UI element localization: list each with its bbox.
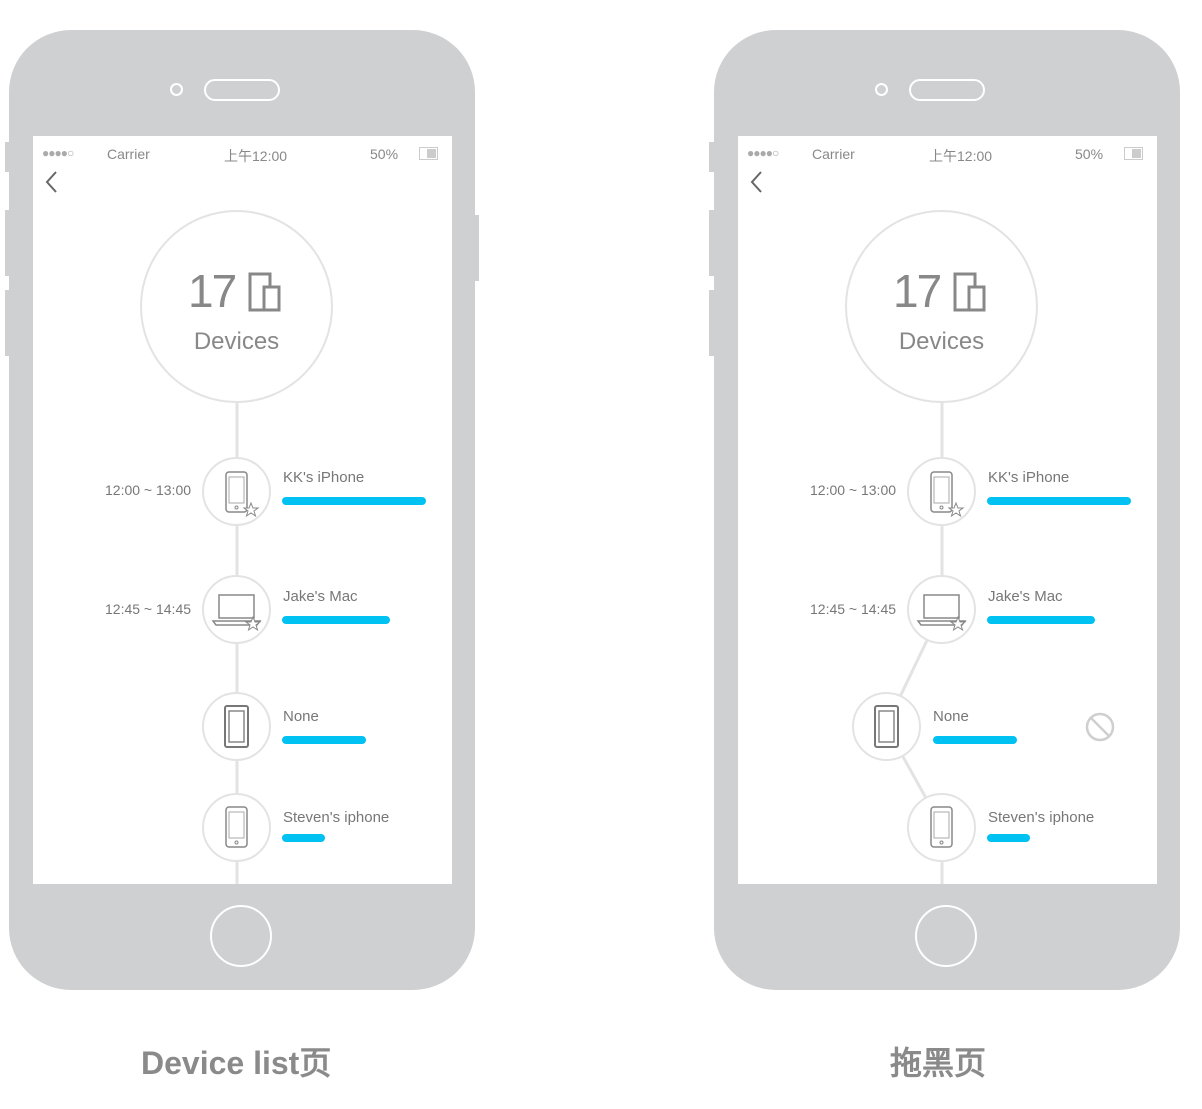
device-count-hub: 17 Devices xyxy=(140,210,333,403)
phone-icon xyxy=(225,806,248,848)
device-node-stevens-iphone[interactable] xyxy=(202,793,271,862)
device-count: 17 xyxy=(188,265,237,317)
phone-frame: ●●●●○ Carrier 上午12:00 50% 17 Devices 12:… xyxy=(9,30,475,990)
devices-icon xyxy=(953,272,986,312)
phone-icon xyxy=(930,806,953,848)
device-node-none[interactable] xyxy=(202,692,271,761)
mockup-caption: Device list页 xyxy=(141,1045,332,1081)
devices-icon xyxy=(248,272,281,312)
laptop-star-icon xyxy=(916,594,967,632)
tablet-icon xyxy=(224,705,249,748)
tablet-icon xyxy=(874,705,899,748)
device-count: 17 xyxy=(893,265,942,317)
phone-frame: ●●●●○ Carrier 上午12:00 50% 17 Devices 12:… xyxy=(714,30,1180,990)
device-node-stevens-iphone[interactable] xyxy=(907,793,976,862)
front-camera xyxy=(170,83,183,96)
home-button[interactable] xyxy=(915,905,977,967)
device-node-none[interactable] xyxy=(852,692,921,761)
device-node-jakes-mac[interactable] xyxy=(202,575,271,644)
device-node-kk-iphone[interactable] xyxy=(202,457,271,526)
phone-screen: ●●●●○ Carrier 上午12:00 50% 17 Devices 12:… xyxy=(33,136,452,884)
mockup-caption: 拖黑页 xyxy=(890,1045,987,1081)
devices-label: Devices xyxy=(193,328,280,355)
device-node-jakes-mac[interactable] xyxy=(907,575,976,644)
laptop-star-icon xyxy=(211,594,262,632)
device-list-mockup: ●●●●○ Carrier 上午12:00 50% 17 Devices 12:… xyxy=(0,0,600,1109)
home-button[interactable] xyxy=(210,905,272,967)
phone-star-icon xyxy=(930,471,965,518)
speaker-grille xyxy=(909,79,985,101)
phone-screen: ●●●●○ Carrier 上午12:00 50% 17 Devices 12:… xyxy=(738,136,1157,884)
device-count-hub: 17 Devices xyxy=(845,210,1038,403)
blacklist-mockup: ●●●●○ Carrier 上午12:00 50% 17 Devices 12:… xyxy=(602,0,1202,1109)
speaker-grille xyxy=(204,79,280,101)
devices-label: Devices xyxy=(898,328,985,355)
device-node-kk-iphone[interactable] xyxy=(907,457,976,526)
phone-star-icon xyxy=(225,471,260,518)
front-camera xyxy=(875,83,888,96)
